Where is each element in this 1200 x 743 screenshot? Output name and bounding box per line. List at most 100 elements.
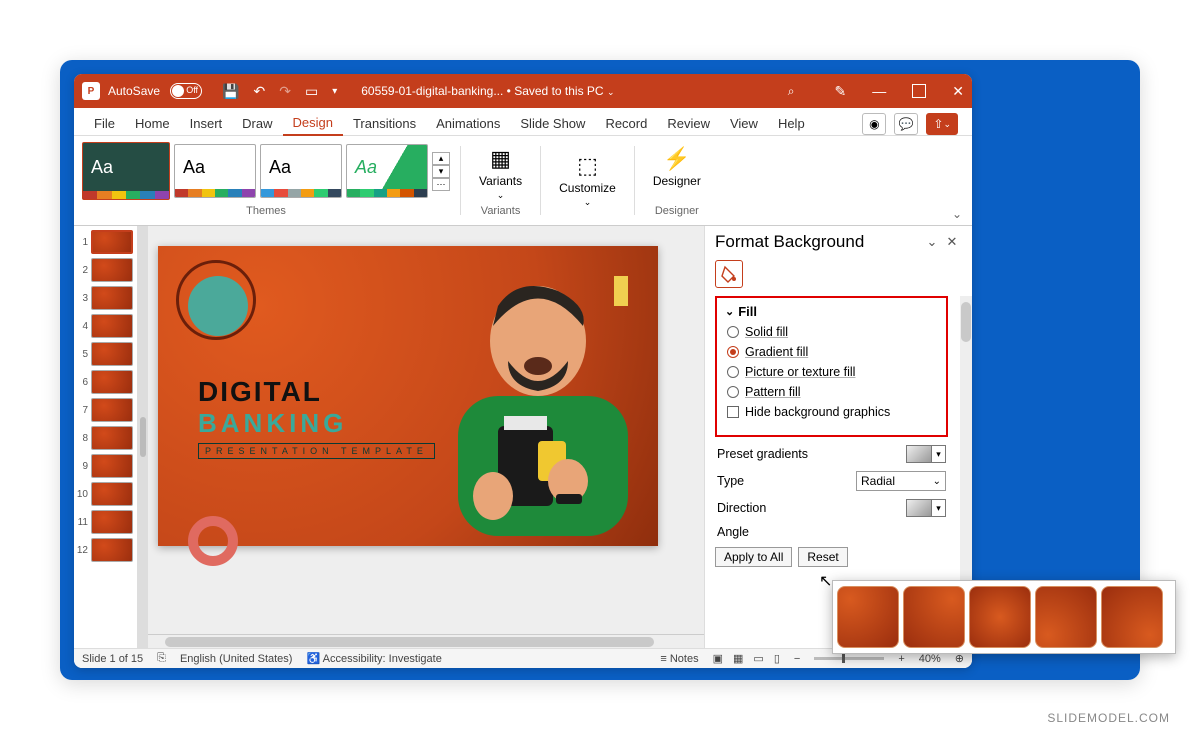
preset-gradients-dropdown[interactable]: ▾ — [906, 445, 946, 463]
slide-thumb[interactable]: 4 — [76, 314, 135, 338]
slideshow-icon[interactable]: ▭ — [305, 83, 318, 100]
reading-view-icon[interactable]: ▭ — [753, 652, 763, 665]
autosave-toggle[interactable]: Off — [170, 83, 202, 99]
pen-icon[interactable]: ✎ — [835, 83, 847, 100]
slide-thumb[interactable]: 8 — [76, 426, 135, 450]
slide-thumb[interactable]: 2 — [76, 258, 135, 282]
spellcheck-icon[interactable]: ⎘ — [157, 652, 166, 665]
save-icon[interactable]: 💾 — [222, 83, 239, 100]
share-button[interactable]: ⇧ ⌄ — [926, 113, 958, 135]
zoom-out-icon[interactable]: − — [794, 653, 800, 665]
redo-icon[interactable]: ↷ — [279, 83, 291, 100]
designer-group-label: Designer — [655, 205, 699, 219]
themes-group: Aa Aa Aa Aa ▴▾⋯ Themes — [82, 142, 450, 219]
tab-draw[interactable]: Draw — [232, 112, 282, 135]
slide-thumb[interactable]: 9 — [76, 454, 135, 478]
slideshow-view-icon[interactable]: ▯ — [774, 652, 780, 665]
qat-more-icon[interactable]: ▾ — [332, 86, 337, 97]
direction-row: Direction ▾ — [717, 499, 946, 517]
language-indicator[interactable]: English (United States) — [180, 653, 293, 665]
slide-counter[interactable]: Slide 1 of 15 — [82, 653, 143, 665]
tab-review[interactable]: Review — [657, 112, 720, 135]
maximize-icon[interactable] — [912, 84, 926, 98]
themes-group-label: Themes — [246, 205, 286, 219]
theme-option[interactable]: Aa — [174, 144, 256, 198]
gradient-fill-radio[interactable]: Gradient fill — [727, 345, 936, 359]
ribbon-collapse-icon[interactable]: ⌄ — [952, 207, 962, 221]
tab-view[interactable]: View — [720, 112, 768, 135]
type-label: Type — [717, 474, 744, 488]
zoom-level[interactable]: 40% — [919, 653, 941, 665]
zoom-in-icon[interactable]: + — [898, 653, 904, 665]
man-illustration — [408, 266, 638, 536]
angle-label: Angle — [717, 525, 749, 539]
notes-button[interactable]: ≡ Notes — [660, 653, 698, 665]
type-dropdown[interactable]: Radial — [856, 471, 946, 491]
zoom-slider[interactable] — [814, 657, 884, 660]
tab-design[interactable]: Design — [283, 111, 343, 136]
tab-animations[interactable]: Animations — [426, 112, 510, 135]
slide-thumb[interactable]: 11 — [76, 510, 135, 534]
minimize-icon[interactable]: — — [872, 83, 886, 99]
camera-button[interactable]: ◉ — [862, 113, 886, 135]
pane-options-icon[interactable]: ⌄ — [922, 234, 942, 250]
designer-button[interactable]: ⚡ Designer — [645, 142, 709, 192]
apply-to-all-button[interactable]: Apply to All — [715, 547, 792, 567]
search-icon[interactable]: ⌕ — [788, 84, 795, 99]
cursor-icon: ↖ — [819, 571, 832, 591]
theme-option-current[interactable]: Aa — [82, 142, 170, 200]
tab-record[interactable]: Record — [595, 112, 657, 135]
direction-dropdown[interactable]: ▾ — [906, 499, 946, 517]
hide-bg-checkbox[interactable]: Hide background graphics — [727, 405, 936, 419]
direction-option[interactable] — [1035, 586, 1097, 648]
undo-icon[interactable]: ↶ — [253, 83, 265, 100]
customize-button[interactable]: ⬚ Customize ⌄ — [551, 142, 624, 219]
slide-thumbnails-pane[interactable]: 1 2 3 4 5 6 7 8 9 10 11 12 — [74, 226, 138, 648]
tab-slideshow[interactable]: Slide Show — [510, 112, 595, 135]
accessibility-indicator[interactable]: ♿ Accessibility: Investigate — [306, 652, 441, 665]
autosave-control[interactable]: AutoSave Off — [108, 83, 208, 99]
direction-option[interactable] — [1101, 586, 1163, 648]
slide-thumb[interactable]: 7 — [76, 398, 135, 422]
pane-splitter[interactable] — [138, 226, 148, 648]
preset-gradients-label: Preset gradients — [717, 447, 808, 461]
sorter-view-icon[interactable]: ▦ — [733, 652, 743, 665]
decorative-circle-icon — [188, 276, 248, 336]
slide-thumb[interactable]: 1 — [76, 230, 135, 254]
slide-thumb[interactable]: 10 — [76, 482, 135, 506]
comments-button[interactable]: 💬 — [894, 113, 918, 135]
horizontal-scrollbar[interactable] — [148, 634, 704, 648]
slide-title-block[interactable]: DIGITAL BANKING PRESENTATION TEMPLATE — [198, 376, 435, 459]
tab-help[interactable]: Help — [768, 112, 815, 135]
pattern-fill-radio[interactable]: Pattern fill — [727, 385, 936, 399]
picture-fill-radio[interactable]: Picture or texture fill — [727, 365, 936, 379]
slide-canvas[interactable]: DIGITAL BANKING PRESENTATION TEMPLATE — [158, 246, 658, 546]
close-icon[interactable]: ✕ — [952, 83, 964, 100]
direction-option[interactable] — [837, 586, 899, 648]
variants-button[interactable]: ▦ Variants ⌄ — [471, 142, 530, 205]
ribbon-tabs: File Home Insert Draw Design Transitions… — [74, 108, 972, 136]
powerpoint-icon: P — [82, 82, 100, 100]
slide-thumb[interactable]: 5 — [76, 342, 135, 366]
theme-option[interactable]: Aa — [260, 144, 342, 198]
theme-gallery-nav[interactable]: ▴▾⋯ — [432, 152, 450, 191]
reset-button[interactable]: Reset — [798, 547, 847, 567]
tab-insert[interactable]: Insert — [180, 112, 233, 135]
designer-icon: ⚡ — [663, 146, 690, 172]
slide-thumb[interactable]: 12 — [76, 538, 135, 562]
tab-home[interactable]: Home — [125, 112, 180, 135]
normal-view-icon[interactable]: ▣ — [713, 652, 723, 665]
slide-thumb[interactable]: 3 — [76, 286, 135, 310]
pane-close-icon[interactable]: ✕ — [942, 234, 962, 250]
direction-option[interactable] — [903, 586, 965, 648]
theme-option[interactable]: Aa — [346, 144, 428, 198]
direction-option[interactable] — [969, 586, 1031, 648]
solid-fill-radio[interactable]: Solid fill — [727, 325, 936, 339]
fill-section-header[interactable]: Fill — [725, 304, 938, 319]
tab-transitions[interactable]: Transitions — [343, 112, 426, 135]
variants-group-label: Variants — [481, 205, 521, 219]
slide-editor[interactable]: DIGITAL BANKING PRESENTATION TEMPLATE — [148, 226, 704, 648]
fill-tab-icon[interactable] — [715, 260, 743, 288]
tab-file[interactable]: File — [84, 112, 125, 135]
slide-thumb[interactable]: 6 — [76, 370, 135, 394]
